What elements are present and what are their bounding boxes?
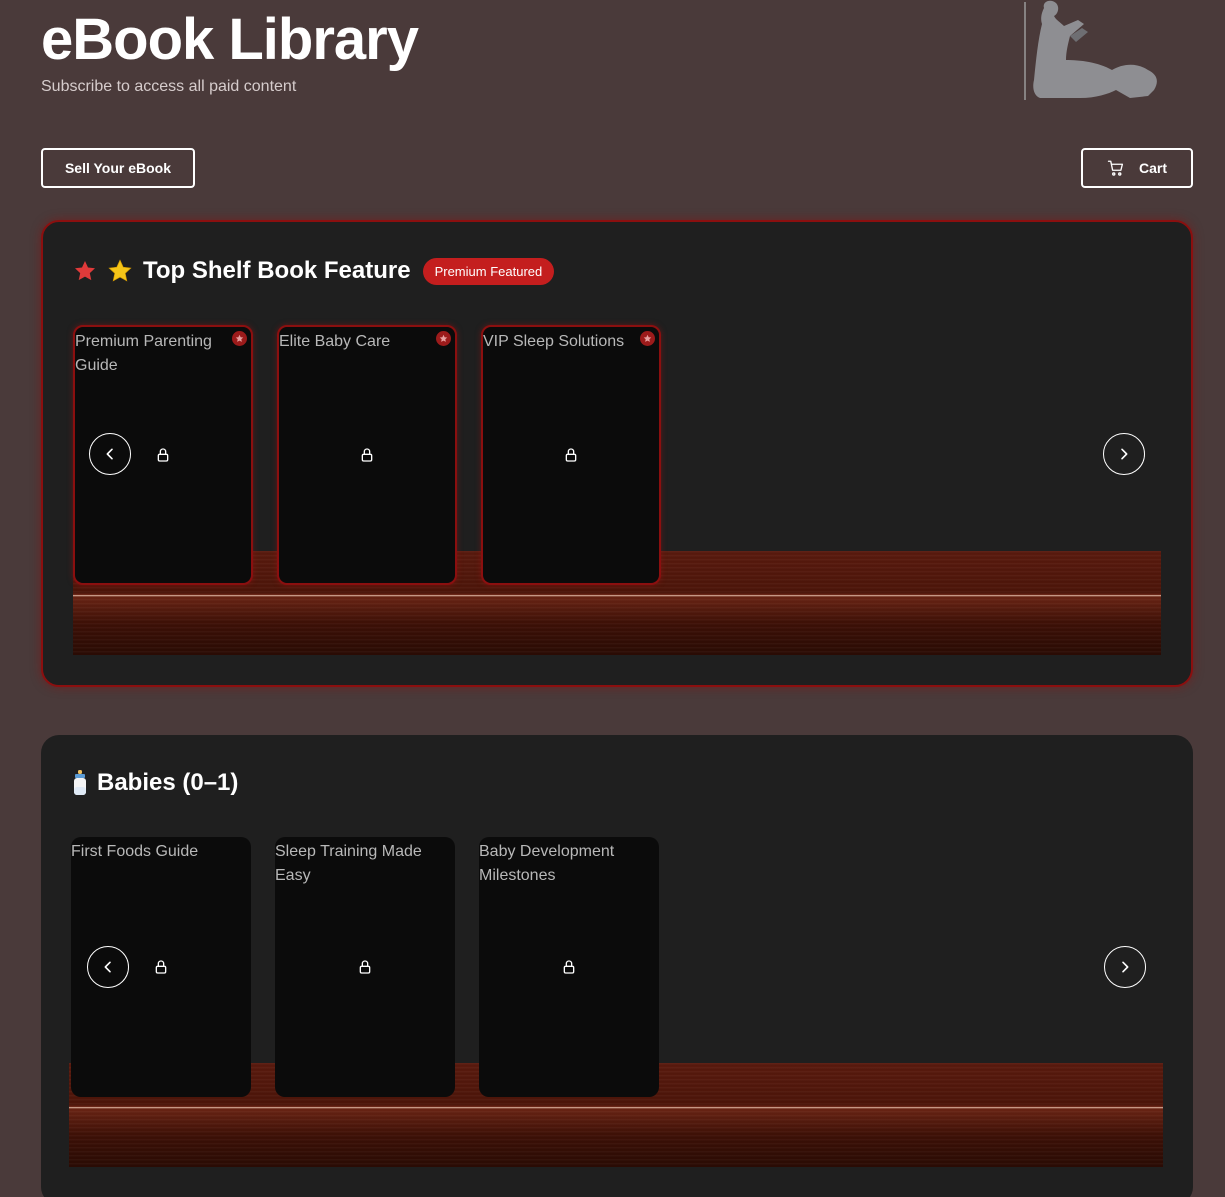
chevron-left-icon — [104, 961, 111, 973]
reader-illustration — [1024, 0, 1157, 100]
lock-icon — [565, 448, 577, 462]
sell-ebook-label: Sell Your eBook — [64, 160, 172, 176]
lock-icon — [155, 960, 167, 974]
featured-section-header: Top Shelf Book Feature Premium Featured — [73, 256, 555, 286]
chevron-left-icon — [106, 448, 113, 460]
cart-icon — [1107, 160, 1124, 176]
lock-icon — [359, 960, 371, 974]
book-card[interactable]: Sleep Training Made Easy — [275, 837, 455, 1097]
book-title: Baby Development Milestones — [479, 843, 615, 884]
star-icon — [75, 261, 95, 281]
section-title: Top Shelf Book Feature — [143, 257, 411, 284]
page: eBook Library Subscribe to access all pa… — [0, 0, 1225, 1197]
section-title: Babies (0–1) — [97, 769, 239, 796]
scroll-right-button[interactable] — [1103, 433, 1145, 475]
book-title: VIP Sleep Solutions — [483, 333, 625, 350]
babies-section-header: Babies (0–1) — [71, 768, 238, 798]
babies-section: Babies (0–1) First Foods Guide Sleep Tra… — [41, 735, 1193, 1197]
premium-featured-badge: Premium Featured — [422, 257, 555, 285]
scroll-left-button[interactable] — [87, 946, 129, 988]
featured-star-icon — [232, 331, 247, 346]
lock-icon — [361, 448, 373, 462]
featured-star-icon — [640, 331, 655, 346]
cart-label: Cart — [1138, 160, 1167, 176]
star-emoji-icon — [108, 259, 132, 282]
page-subtitle: Subscribe to access all paid content — [41, 78, 297, 95]
lock-icon — [563, 960, 575, 974]
sell-ebook-button[interactable]: Sell Your eBook — [41, 148, 195, 188]
lock-icon — [157, 448, 169, 462]
book-title: First Foods Guide — [71, 843, 199, 860]
page-title: eBook Library — [41, 7, 419, 72]
book-title: Premium Parenting Guide — [75, 333, 212, 374]
book-card[interactable]: VIP Sleep Solutions — [481, 325, 661, 585]
scroll-right-button[interactable] — [1104, 946, 1146, 988]
chevron-right-icon — [1122, 961, 1129, 973]
scroll-left-button[interactable] — [89, 433, 131, 475]
cart-button[interactable]: Cart — [1081, 148, 1193, 188]
chevron-right-icon — [1121, 448, 1128, 460]
baby-bottle-icon — [74, 770, 86, 795]
book-title: Sleep Training Made Easy — [275, 843, 422, 884]
book-card[interactable]: Baby Development Milestones — [479, 837, 659, 1097]
book-title: Elite Baby Care — [279, 333, 391, 350]
featured-star-icon — [436, 331, 451, 346]
featured-section: Top Shelf Book Feature Premium Featured … — [41, 220, 1193, 687]
book-card[interactable]: Elite Baby Care — [277, 325, 457, 585]
